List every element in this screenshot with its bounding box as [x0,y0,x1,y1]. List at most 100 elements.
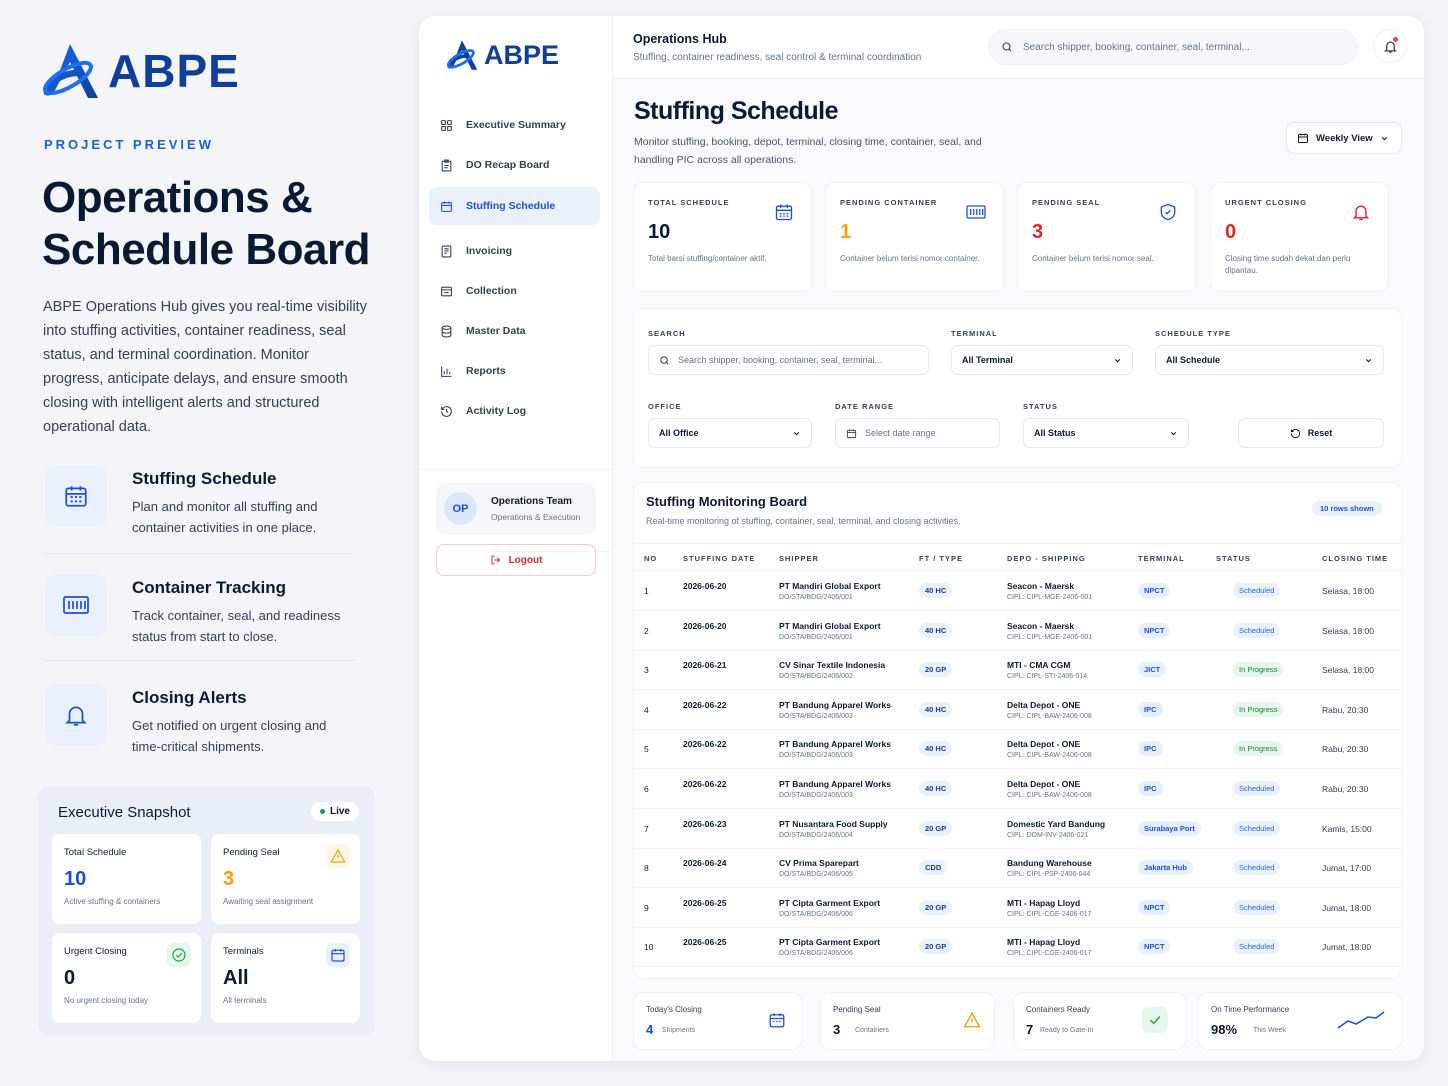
table-row[interactable]: 10 2026-06-25 PT Cipta Garment Export DO/ST… [634,927,1403,968]
sidebar-item-do-recap-board[interactable]: DO Recap Board [429,146,600,184]
main-content: Stuffing Schedule Monitor stuffing, book… [613,79,1424,1061]
status-select[interactable]: All Status [1023,418,1189,448]
table-row[interactable]: 2 2026-06-20 PT Mandiri Global Export DO/ST… [634,611,1403,651]
global-search-input[interactable]: Search shipper, booking, container, seal… [988,29,1358,65]
notifications-button[interactable] [1373,29,1407,63]
date-range-input[interactable]: Select date range [835,418,1000,448]
closing-time: Selasa, 18:00 [1322,665,1374,676]
feature-title: Closing Alerts [132,688,247,707]
snapshot-card-value: 3 [223,868,235,890]
depo-shipping: MTI - Hapag Lloyd [1007,937,1081,948]
app-window: ABPE Executive Summary DO Recap Board St… [419,16,1424,1061]
executive-snapshot: Executive Snapshot Live Total Schedule 1… [38,786,375,1036]
terminal-badge: Surabaya Port [1138,820,1201,836]
snapshot-card-sub: All terminals [223,996,267,1005]
live-badge: Live [310,802,359,821]
column-header[interactable]: DEPO - SHIPPING [1007,554,1086,563]
table-row[interactable]: 7 2026-06-23 PT Nusantara Food Supply DO/ST… [634,809,1403,849]
snapshot-card-pending-seal: Pending Seal 3 Awaiting seal assignment [211,834,360,924]
sidebar: ABPE Executive Summary DO Recap Board St… [419,16,1260,1061]
view-selector[interactable]: Weekly View [1286,122,1402,154]
office-label: OFFICE [648,402,682,411]
office-select[interactable]: All Office [648,418,812,448]
calendar-icon [1298,133,1308,143]
depo-shipping: MTI - CMA CGM [1007,660,1071,671]
stat-value: 4 [646,1022,654,1037]
schedule-type-label: SCHEDULE TYPE [1155,329,1231,338]
sidebar-item-collection[interactable]: Collection [429,272,600,310]
user-profile-card[interactable]: OP Operations Team Operations & Executio… [436,483,1260,552]
column-header[interactable]: STUFFING DATE [683,554,755,563]
cipl-number: CIPL: CIPL-STI-2406-014 [1007,673,1088,681]
topbar-subtitle: Stuffing, container readiness, seal cont… [633,52,922,63]
column-header[interactable]: SHIPPER [779,554,819,563]
shipper-name: PT Nusantara Food Supply [779,818,888,829]
filter-panel: SEARCH Search shipper, booking, containe… [633,308,1402,468]
status-badge: Scheduled [1233,781,1281,796]
kpi-label: PENDING SEAL [1032,198,1101,207]
logout-button[interactable]: Logout [436,544,596,576]
sidebar-item-invoicing[interactable]: Invoicing [429,232,600,270]
page-title: Stuffing Schedule [634,97,839,125]
column-header[interactable]: FT / TYPE [919,554,963,563]
stuffing-monitoring-board: Stuffing Monitoring Board Real-time moni… [633,482,1403,979]
page-description: Monitor stuffing, booking, depot, termin… [634,136,982,166]
stat-sub: Ready to Gate-In [1040,1027,1094,1034]
row-number: 1 [644,586,649,596]
table-row[interactable]: 5 2026-06-22 PT Bandung Apparel Works DO/ST… [634,729,1403,770]
shield-icon [1155,199,1181,225]
stuffing-date: 2026-06-25 [683,897,727,908]
sidebar-item-executive-summary[interactable]: Executive Summary [429,106,600,144]
schedule-type-select[interactable]: All Schedule [1155,345,1384,375]
table-row[interactable]: 4 2026-06-22 PT Bandung Apparel Works DO/ST… [634,690,1403,730]
do-number: DO/STA/BDG/2406/006 [779,950,853,958]
column-header[interactable]: STATUS [1216,554,1251,563]
kpi-pending-container: PENDING CONTAINER 1 Container belum teri… [825,182,1004,292]
column-header[interactable]: NO [644,554,657,563]
chevron-down-icon [1365,358,1372,362]
depo-shipping: Domestic Yard Bandung [1007,818,1106,829]
shipper-name: CV Prima Sparepart [779,858,859,869]
terminal-badge: NPCT [1138,622,1171,638]
divider [43,660,355,661]
eyebrow-label: PROJECT PREVIEW [44,137,214,152]
sidebar-brand[interactable]: ABPE [445,38,559,72]
bell-icon [45,684,107,746]
database-icon [441,325,452,337]
sidebar-item-activity-log[interactable]: Activity Log [429,392,600,430]
column-header[interactable]: TERMINAL [1138,554,1185,563]
table-row[interactable]: 8 2026-06-24 CV Prima Sparepart DO/STA/BDG/… [634,848,1403,889]
stat-value: 98% [1211,1022,1238,1037]
rows-shown-badge: 10 rows shown [1312,501,1382,516]
filter-search-input[interactable]: Search shipper, booking, container, seal… [648,345,929,375]
sidebar-item-label: Stuffing Schedule [466,200,556,212]
history-icon [441,405,452,417]
feature-desc: Plan and monitor all stuffing and contai… [132,499,318,535]
table-row[interactable]: 6 2026-06-22 PT Bandung Apparel Works DO/ST… [634,769,1403,809]
search-placeholder: Search shipper, booking, container, seal… [1023,41,1250,53]
kpi-value: 0 [1225,221,1237,243]
cipl-number: CIPL: DOM-INV-2406-021 [1007,831,1089,839]
table-row[interactable]: 1 2026-06-20 PT Mandiri Global Export DO/ST… [634,571,1403,611]
sidebar-item-reports[interactable]: Reports [429,352,600,390]
terminal-select[interactable]: All Terminal [951,345,1133,375]
cipl-number: CIPL: CIPL-BAW-2406-008 [1007,712,1092,720]
status-value: All Status [1034,428,1076,438]
closing-time: Jumat, 18:00 [1322,942,1372,953]
sidebar-item-stuffing-schedule[interactable]: Stuffing Schedule [429,187,600,225]
closing-time: Rabu, 20:30 [1322,784,1369,794]
schedule-type-value: All Schedule [1166,355,1221,365]
reset-button[interactable]: Reset [1238,418,1384,448]
table-header: NO STUFFING DATE SHIPPER FT / TYPE DEPO … [634,543,1403,571]
feature-title: Container Tracking [132,578,286,597]
sidebar-item-master-data[interactable]: Master Data [429,312,600,350]
stuffing-date: 2026-06-21 [683,660,727,671]
table-row[interactable]: 9 2026-06-25 PT Cipta Garment Export DO/STA… [634,888,1403,928]
container-type-badge: CDD [919,860,948,876]
table-row[interactable]: 3 2026-06-21 CV Sinar Textile Indonesia DO/… [634,650,1403,691]
check-icon [1142,1007,1168,1033]
column-header[interactable]: CLOSING TIME [1322,554,1388,563]
stat-label: Pending Seal [833,1005,881,1014]
depo-shipping: Seacon - Maersk [1007,581,1075,591]
divider [43,553,355,554]
